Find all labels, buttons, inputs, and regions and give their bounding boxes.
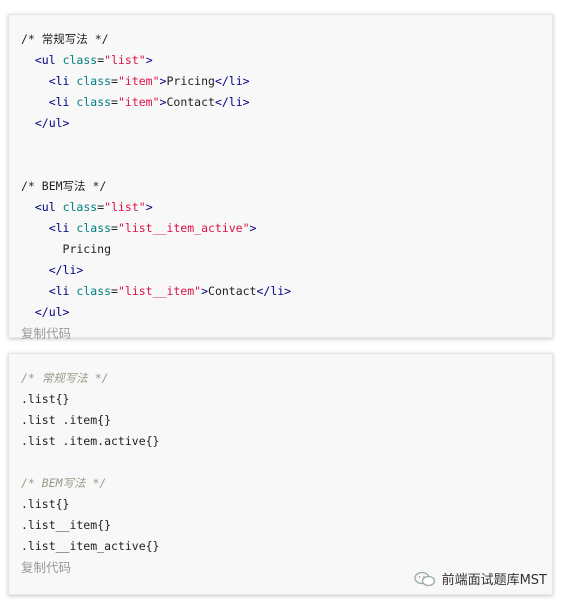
code-line: .list__item_active{} <box>21 536 540 557</box>
wechat-icon <box>413 571 436 587</box>
code-line: <li class="list__item_active"> <box>21 218 540 239</box>
code-line: <li class="item">Contact</li> <box>21 92 540 113</box>
code-lines: /* 常规写法 */ .list{} .list .item{} .list .ite… <box>21 368 540 557</box>
code-token: = <box>111 284 118 298</box>
code-token: = <box>111 95 118 109</box>
code-token: "list__item" <box>117 284 202 298</box>
code-lines: /* 常规写法 */ <ul class="list"> <li class="… <box>21 29 540 323</box>
code-line: <li class="item">Pricing</li> <box>21 71 540 92</box>
code-line: .list__item{} <box>21 515 540 536</box>
code-token: = <box>111 221 118 235</box>
code-token: > <box>201 284 209 298</box>
code-token: "item" <box>117 74 160 88</box>
code-token: <li <box>48 74 70 88</box>
watermark-text: 前端面试题库MST <box>441 573 547 588</box>
code-line: </ul> <box>21 302 540 323</box>
code-line: Pricing <box>21 239 540 260</box>
code-line: </ul> <box>21 113 540 134</box>
code-token: > <box>249 221 257 235</box>
code-token: Contact <box>166 95 215 109</box>
code-token: <li <box>48 221 70 235</box>
code-token: "list" <box>104 200 146 214</box>
code-token: </li> <box>256 284 292 298</box>
code-token: = <box>111 74 118 88</box>
code-line: <li class="list__item">Contact</li> <box>21 281 540 302</box>
code-token: > <box>145 53 153 67</box>
code-token: "list__item_active" <box>117 221 250 235</box>
code-block-css: /* 常规写法 */ .list{} .list .item{} .list .ite… <box>8 353 553 595</box>
code-line: <ul class="list"> <box>21 50 540 71</box>
code-token: /* 常规写法 */ <box>21 371 109 385</box>
code-token: <li <box>48 284 70 298</box>
code-token: class <box>62 53 98 67</box>
code-token: class <box>62 200 98 214</box>
code-line: .list{} <box>21 389 540 410</box>
code-token: > <box>145 200 153 214</box>
code-token: Pricing <box>21 242 112 256</box>
code-token: .list .item.active{} <box>21 434 160 448</box>
code-token: /* BEM写法 */ <box>21 476 107 490</box>
code-token: .list__item_active{} <box>21 539 160 553</box>
code-token: </ul> <box>34 305 70 319</box>
code-line: /* 常规写法 */ <box>21 368 540 389</box>
code-token: class <box>76 74 112 88</box>
code-token: <li <box>48 95 70 109</box>
code-token: "list" <box>104 53 146 67</box>
code-line: </li> <box>21 260 540 281</box>
code-token: .list{} <box>21 497 70 511</box>
code-line: .list .item.active{} <box>21 431 540 452</box>
code-line: /* BEM写法 */ <box>21 176 540 197</box>
copy-code-button[interactable]: 复制代码 <box>21 558 71 578</box>
code-token: /* 常规写法 */ <box>21 32 109 46</box>
code-token: class <box>76 221 112 235</box>
code-token: class <box>76 284 112 298</box>
code-token: </li> <box>214 74 250 88</box>
code-token: Contact <box>208 284 257 298</box>
code-block-html: /* 常规写法 */ <ul class="list"> <li class="… <box>8 14 553 341</box>
code-line: <ul class="list"> <box>21 197 540 218</box>
code-token: .list{} <box>21 392 70 406</box>
code-token: /* BEM写法 */ <box>21 179 107 193</box>
watermark: 前端面试题库MST <box>413 569 547 588</box>
code-token: .list__item{} <box>21 518 112 532</box>
code-line: /* BEM写法 */ <box>21 473 540 494</box>
code-token: class <box>76 95 112 109</box>
code-token: Pricing <box>166 74 215 88</box>
code-token: <ul <box>34 200 56 214</box>
code-token: </ul> <box>34 116 70 130</box>
code-line: .list .item{} <box>21 410 540 431</box>
copy-code-button[interactable]: 复制代码 <box>21 324 71 344</box>
code-token: </li> <box>48 263 84 277</box>
code-line: /* 常规写法 */ <box>21 29 540 50</box>
code-token: "item" <box>117 95 160 109</box>
code-token: </li> <box>214 95 250 109</box>
code-line: .list{} <box>21 494 540 515</box>
code-token: .list .item{} <box>21 413 112 427</box>
code-token: <ul <box>34 53 56 67</box>
